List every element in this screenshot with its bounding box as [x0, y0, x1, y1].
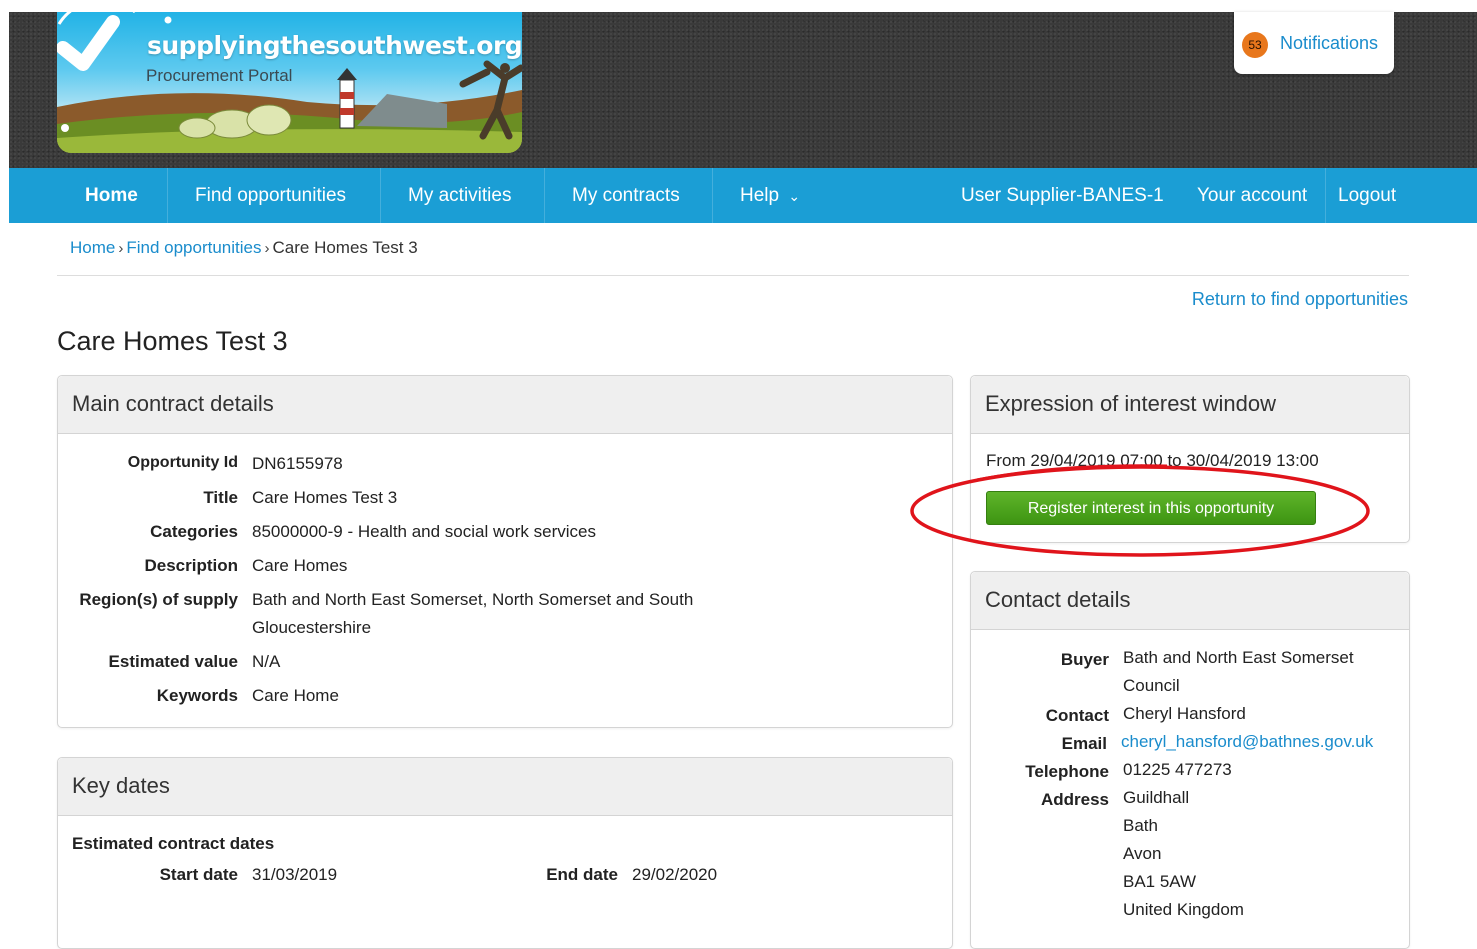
main-nav: Home Find opportunities My activities My…: [9, 168, 1477, 223]
breadcrumb-current: Care Homes Test 3: [272, 238, 418, 257]
telephone-label: Telephone: [1025, 762, 1109, 781]
interest-window-dates: From 29/04/2019 07:00 to 30/04/2019 13:0…: [986, 451, 1319, 470]
regions-label: Region(s) of supply: [79, 590, 238, 609]
key-dates-heading: Key dates: [58, 758, 952, 816]
opportunity-id-value: DN6155978: [252, 454, 343, 473]
opportunity-id-label: Opportunity Id: [127, 454, 238, 471]
buyer-value: Bath and North East Somerset Council: [1123, 648, 1354, 695]
page-title: Care Homes Test 3: [57, 326, 288, 356]
nav-my-activities[interactable]: My activities: [408, 168, 511, 223]
breadcrumb-divider: [57, 275, 1409, 276]
categories-value: 85000000-9 - Health and social work serv…: [252, 522, 596, 541]
notifications-button[interactable]: 53 Notifications: [1234, 12, 1394, 74]
main-contract-details-heading: Main contract details: [58, 376, 952, 434]
contact-details-heading: Contact details: [971, 572, 1409, 630]
title-value: Care Homes Test 3: [252, 488, 398, 507]
contact-value: Cheryl Hansford: [1123, 704, 1246, 723]
estimated-value-value: N/A: [252, 652, 281, 671]
expression-of-interest-panel: Expression of interest window From 29/04…: [970, 375, 1410, 543]
nav-divider: [380, 168, 381, 223]
end-date-label: End date: [546, 865, 618, 884]
notifications-count-badge: 53: [1242, 32, 1268, 58]
nav-your-account[interactable]: Your account: [1197, 168, 1307, 223]
contact-label: Contact: [1045, 706, 1109, 725]
nav-home[interactable]: Home: [85, 168, 138, 223]
site-header: supplyingthesouthwest.org.uk Procurement…: [9, 12, 1477, 168]
key-dates-panel: Key dates Estimated contract dates Start…: [57, 757, 953, 949]
address-line: BA1 5AW: [1123, 872, 1197, 891]
nav-divider: [167, 168, 168, 223]
nav-find-opportunities[interactable]: Find opportunities: [195, 168, 346, 223]
return-to-find-opportunities-link[interactable]: Return to find opportunities: [1192, 289, 1408, 310]
regions-value: Bath and North East Somerset, North Some…: [252, 590, 694, 637]
keywords-value: Care Home: [252, 686, 339, 705]
nav-help[interactable]: Help ⌄: [740, 168, 800, 223]
logo-subtitle: Procurement Portal: [146, 66, 293, 85]
estimated-value-label: Estimated value: [108, 652, 238, 671]
breadcrumb-separator: ›: [118, 240, 124, 257]
email-label: Email: [1061, 734, 1107, 753]
breadcrumb-home[interactable]: Home: [70, 238, 115, 257]
breadcrumb-separator: ›: [264, 240, 270, 257]
description-label: Description: [144, 556, 238, 575]
expression-of-interest-heading: Expression of interest window: [971, 376, 1409, 434]
site-logo[interactable]: supplyingthesouthwest.org.uk Procurement…: [57, 12, 522, 153]
nav-logout[interactable]: Logout: [1338, 168, 1396, 223]
main-contract-details-panel: Main contract details Opportunity Id DN6…: [57, 375, 953, 728]
categories-label: Categories: [150, 522, 238, 541]
nav-help-label: Help: [740, 185, 780, 206]
nav-divider: [712, 168, 713, 223]
register-interest-button[interactable]: Register interest in this opportunity: [986, 491, 1316, 525]
address-line: United Kingdom: [1123, 900, 1244, 919]
logo-title: supplyingthesouthwest.org.uk: [147, 31, 522, 60]
notifications-label: Notifications: [1280, 33, 1379, 53]
breadcrumb: Home › Find opportunities › Care Homes Test …: [70, 238, 418, 258]
breadcrumb-find-opportunities[interactable]: Find opportunities: [126, 238, 261, 257]
address-line: Avon: [1123, 844, 1162, 863]
address-label: Address: [1040, 790, 1109, 809]
description-value: Care Homes: [252, 556, 348, 575]
telephone-value: 01225 477273: [1123, 760, 1232, 779]
nav-divider: [1325, 168, 1326, 223]
start-date-label: Start date: [159, 865, 238, 884]
keywords-label: Keywords: [156, 686, 238, 705]
estimated-contract-dates-heading: Estimated contract dates: [72, 834, 275, 853]
end-date-value: 29/02/2020: [632, 865, 718, 884]
address-line: Guildhall: [1123, 788, 1190, 807]
nav-my-contracts[interactable]: My contracts: [572, 168, 680, 223]
email-link[interactable]: cheryl_hansford@bathnes.gov.uk: [1121, 728, 1373, 756]
start-date-value: 31/03/2019: [252, 865, 338, 884]
address-line: Bath: [1123, 816, 1158, 835]
buyer-label: Buyer: [1060, 650, 1109, 669]
chevron-down-icon: ⌄: [788, 188, 801, 204]
nav-divider: [544, 168, 545, 223]
title-label: Title: [203, 488, 238, 507]
contact-details-panel: Contact details Buyer Bath and North Eas…: [970, 571, 1410, 949]
nav-user-name: User Supplier-BANES-1: [961, 185, 1164, 206]
